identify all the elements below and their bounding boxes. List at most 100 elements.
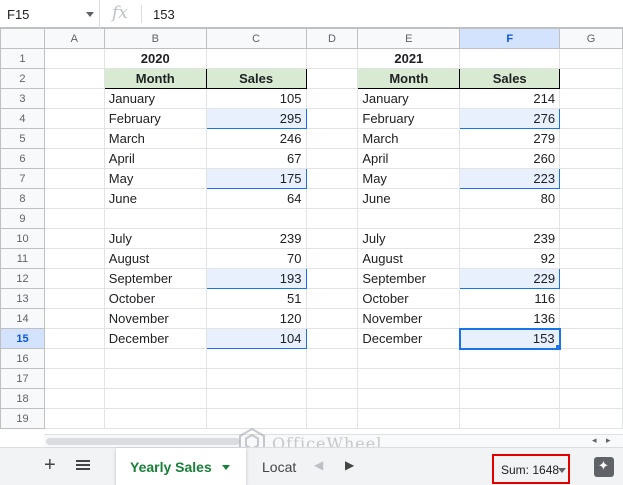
cell[interactable] (358, 209, 460, 229)
row-header[interactable]: 5 (1, 129, 45, 149)
cell[interactable]: 92 (460, 249, 560, 269)
row-header[interactable]: 4 (1, 109, 45, 129)
column-header-e[interactable]: E (358, 29, 460, 49)
cell[interactable] (44, 289, 104, 309)
cell[interactable] (560, 389, 623, 409)
cell[interactable] (306, 189, 358, 209)
cell[interactable] (306, 229, 358, 249)
cell[interactable] (460, 349, 560, 369)
cell[interactable] (44, 269, 104, 289)
row-header[interactable]: 9 (1, 209, 45, 229)
cell[interactable]: 51 (206, 289, 306, 309)
column-header-c[interactable]: C (206, 29, 306, 49)
cell[interactable] (206, 349, 306, 369)
cell[interactable] (560, 369, 623, 389)
cell[interactable]: January (104, 89, 206, 109)
cell[interactable] (560, 89, 623, 109)
row-header[interactable]: 15 (1, 329, 45, 349)
cell[interactable]: December (104, 329, 206, 349)
cell[interactable] (44, 389, 104, 409)
cell[interactable] (306, 389, 358, 409)
row-header[interactable]: 1 (1, 49, 45, 69)
cell[interactable] (560, 209, 623, 229)
cell[interactable]: 260 (460, 149, 560, 169)
cell[interactable] (306, 69, 358, 89)
cell[interactable] (104, 369, 206, 389)
cell[interactable]: January (358, 89, 460, 109)
cell[interactable] (306, 209, 358, 229)
cell[interactable] (44, 89, 104, 109)
explore-icon[interactable] (594, 457, 614, 477)
cell[interactable]: 246 (206, 129, 306, 149)
cell[interactable]: 104 (206, 329, 306, 349)
cell[interactable]: 70 (206, 249, 306, 269)
cell[interactable] (44, 409, 104, 429)
cell[interactable] (460, 209, 560, 229)
cell[interactable]: May (104, 169, 206, 189)
all-sheets-menu-icon[interactable] (76, 460, 90, 472)
row-header[interactable]: 11 (1, 249, 45, 269)
cell[interactable] (306, 289, 358, 309)
cell[interactable]: 136 (460, 309, 560, 329)
row-header[interactable]: 16 (1, 349, 45, 369)
cell[interactable]: December (358, 329, 460, 349)
cell[interactable]: July (358, 229, 460, 249)
row-header[interactable]: 6 (1, 149, 45, 169)
cell[interactable] (560, 349, 623, 369)
column-header-f[interactable]: F (460, 29, 560, 49)
cell[interactable]: 120 (206, 309, 306, 329)
cell[interactable]: 67 (206, 149, 306, 169)
cell[interactable]: October (358, 289, 460, 309)
scroll-right-icon[interactable]: ▸ (606, 435, 611, 446)
column-header-d[interactable]: D (306, 29, 358, 49)
scroll-left-icon[interactable]: ◂ (592, 435, 597, 446)
add-sheet-button[interactable]: + (44, 454, 56, 477)
cell[interactable] (306, 109, 358, 129)
column-header-b[interactable]: B (104, 29, 206, 49)
cell[interactable] (560, 309, 623, 329)
cell[interactable] (206, 209, 306, 229)
cell[interactable]: February (358, 109, 460, 129)
cell[interactable] (560, 189, 623, 209)
row-header[interactable]: 10 (1, 229, 45, 249)
cell[interactable]: March (358, 129, 460, 149)
scroll-tabs-right-icon[interactable]: ▶ (345, 458, 354, 472)
cell[interactable]: March (104, 129, 206, 149)
cell[interactable] (44, 129, 104, 149)
cell[interactable] (460, 49, 560, 69)
cell[interactable] (560, 409, 623, 429)
cell[interactable]: 193 (206, 269, 306, 289)
cell[interactable] (460, 369, 560, 389)
cell[interactable]: 64 (206, 189, 306, 209)
row-header[interactable]: 8 (1, 189, 45, 209)
cell[interactable] (306, 309, 358, 329)
cell[interactable] (560, 269, 623, 289)
cell[interactable]: Month (358, 69, 460, 89)
cell[interactable] (560, 169, 623, 189)
cell[interactable] (104, 349, 206, 369)
cell[interactable] (44, 229, 104, 249)
cell[interactable]: February (104, 109, 206, 129)
cell[interactable] (560, 109, 623, 129)
cell[interactable] (306, 169, 358, 189)
cell[interactable] (306, 249, 358, 269)
cell[interactable] (306, 329, 358, 349)
cell[interactable] (560, 69, 623, 89)
cell[interactable] (44, 249, 104, 269)
cell[interactable] (44, 349, 104, 369)
cell[interactable] (560, 229, 623, 249)
cell[interactable] (44, 149, 104, 169)
column-header-g[interactable]: G (560, 29, 623, 49)
cell[interactable] (358, 369, 460, 389)
cell[interactable] (460, 389, 560, 409)
cell[interactable]: 2020 (104, 49, 206, 69)
cell[interactable]: 276 (460, 109, 560, 129)
chevron-down-icon[interactable] (558, 468, 566, 473)
cell[interactable]: 239 (206, 229, 306, 249)
cell[interactable] (306, 89, 358, 109)
row-header[interactable]: 17 (1, 369, 45, 389)
cell[interactable]: 80 (460, 189, 560, 209)
cell[interactable]: 239 (460, 229, 560, 249)
cell[interactable] (44, 169, 104, 189)
cell[interactable] (560, 149, 623, 169)
